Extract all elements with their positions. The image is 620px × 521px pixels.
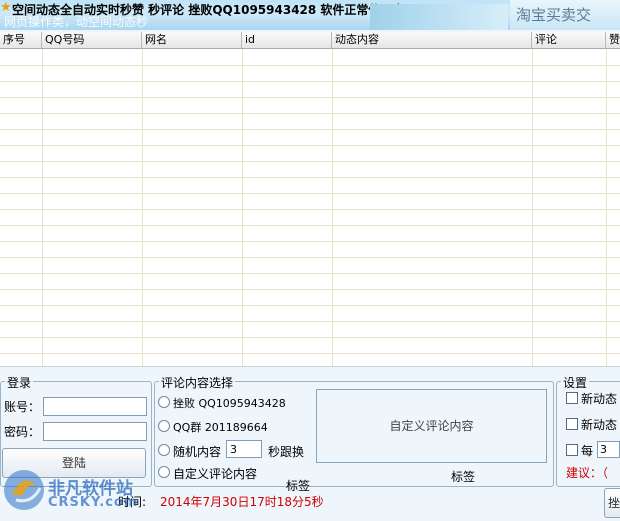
watermark-site: CRSKY.com [48,495,139,510]
table-column-divider [332,49,333,366]
radio-option-random-label: 随机内容 [173,445,222,459]
table-row [0,65,620,66]
tag-label-2: 标签 [451,470,476,484]
interval-input[interactable] [226,440,262,458]
time-value: 2014年7月30日17时18分5秒 [160,495,324,509]
col-header-like[interactable]: 赞 [606,32,620,48]
table-row [0,129,620,130]
title-overlay-text: 网页操作类，动空间动态秒 [4,15,149,29]
col-header-id[interactable]: id [242,32,332,48]
table-row [0,145,620,146]
table-row [0,193,620,194]
table-row [0,257,620,258]
col-header-content[interactable]: 动态内容 [332,32,532,48]
table-row [0,273,620,274]
check-new-dynamic-2-label: 新动态 [581,418,618,432]
comment-select-legend: 评论内容选择 [159,374,236,391]
table-column-divider [142,49,143,366]
table-row [0,97,620,98]
table-row [0,161,620,162]
table-row [0,177,620,178]
title-bar: ★ 空间动态全自动实时秒赞 秒评论 挫败QQ1095943428 软件正常使用中… [0,0,620,30]
friends-table[interactable]: 序号 QQ号码 网名 id 动态内容 评论 赞 [0,32,620,367]
table-header: 序号 QQ号码 网名 id 动态内容 评论 赞 [0,32,620,49]
table-column-divider [42,49,43,366]
crsky-watermark: 非凡软件站 CRSKY.com [2,462,162,518]
table-row [0,241,620,242]
radio-option-random[interactable] [158,444,170,456]
custom-comment-textarea[interactable]: 自定义评论内容 [316,389,547,463]
interval-unit-label: 秒跟换 [268,445,305,459]
table-row [0,289,620,290]
every-value-input[interactable] [597,441,620,458]
radio-option-2[interactable] [158,420,170,432]
password-input[interactable] [43,422,147,441]
table-column-divider [532,49,533,366]
table-row [0,321,620,322]
password-label: 密码： [4,425,41,439]
table-row [0,337,620,338]
table-column-divider [242,49,243,366]
col-header-comment[interactable]: 评论 [532,32,606,48]
account-input[interactable] [43,397,147,416]
advice-text: 建议：（ [566,466,609,480]
table-row [0,225,620,226]
radio-option-custom-label: 自定义评论内容 [173,467,258,481]
radio-option-1-label: 挫败 QQ1095943428 [173,397,286,410]
account-label: 账号： [4,400,41,414]
check-every[interactable] [566,444,578,456]
col-header-nickname[interactable]: 网名 [142,32,242,48]
table-row [0,209,620,210]
check-new-dynamic-1[interactable] [566,392,578,404]
check-new-dynamic-2[interactable] [566,418,578,430]
check-every-label: 每 [581,444,594,458]
check-new-dynamic-1-label: 新动态 [581,392,618,406]
radio-option-2-label: QQ群 201189664 [173,421,268,434]
table-row [0,113,620,114]
table-row [0,81,620,82]
login-legend: 登录 [5,374,34,391]
col-header-index[interactable]: 序号 [0,32,42,48]
settings-bottom-button[interactable]: 挫 [604,488,620,518]
radio-option-1[interactable] [158,396,170,408]
settings-legend: 设置 [561,374,590,391]
table-row [0,305,620,306]
col-header-qq[interactable]: QQ号码 [42,32,142,48]
ad-banner-right[interactable]: 淘宝买卖交 [510,0,620,30]
table-row [0,353,620,354]
table-column-divider [606,49,607,366]
ad-banner-left[interactable] [370,4,508,30]
tag-label-1: 标签 [286,479,311,493]
